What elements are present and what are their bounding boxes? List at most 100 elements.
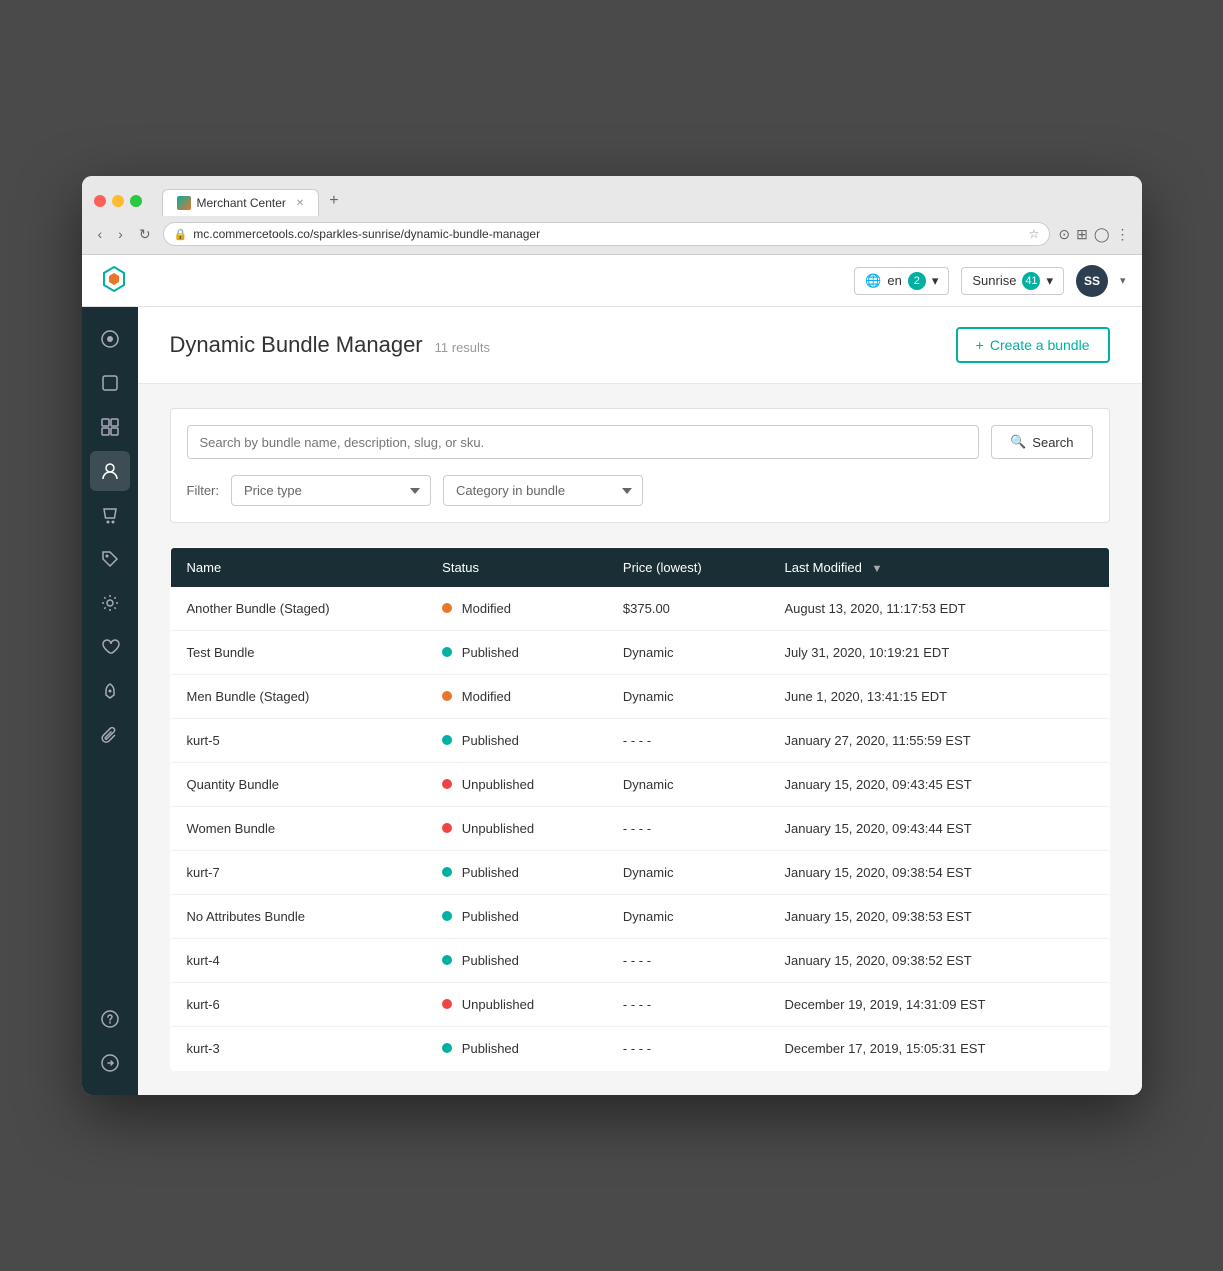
sidebar-item-launch[interactable] [90, 671, 130, 711]
cell-status: Published [426, 851, 607, 895]
cell-last-modified: January 15, 2020, 09:38:54 EST [768, 851, 1109, 895]
cell-price: Dynamic [607, 675, 769, 719]
cell-price: Dynamic [607, 895, 769, 939]
fullscreen-button[interactable] [130, 195, 142, 207]
close-button[interactable] [94, 195, 106, 207]
cell-name: kurt-5 [170, 719, 426, 763]
cell-status: Modified [426, 587, 607, 631]
tab-title: Merchant Center [197, 196, 286, 210]
table-row[interactable]: No Attributes Bundle Published Dynamic J… [170, 895, 1109, 939]
sidebar-item-customers[interactable] [90, 451, 130, 491]
project-selector[interactable]: Sunrise 41 ▾ [961, 267, 1064, 295]
profile-icon[interactable]: ◯ [1094, 226, 1110, 243]
table-row[interactable]: Quantity Bundle Unpublished Dynamic Janu… [170, 763, 1109, 807]
sidebar-item-categories[interactable] [90, 407, 130, 447]
tab-close-icon[interactable]: ✕ [296, 198, 304, 209]
status-dot [442, 603, 452, 613]
cell-status: Published [426, 631, 607, 675]
cell-price: - - - - [607, 1027, 769, 1071]
project-chevron-icon: ▾ [1046, 273, 1053, 289]
status-dot [442, 955, 452, 965]
table-row[interactable]: Women Bundle Unpublished - - - - January… [170, 807, 1109, 851]
forward-button[interactable]: › [114, 224, 127, 244]
sidebar-item-tags[interactable] [90, 539, 130, 579]
cell-name: Another Bundle (Staged) [170, 587, 426, 631]
status-dot [442, 647, 452, 657]
bookmark-icon[interactable]: ☆ [1029, 227, 1040, 241]
back-button[interactable]: ‹ [94, 224, 107, 244]
sort-icon: ▼ [871, 563, 882, 575]
user-avatar[interactable]: SS [1076, 265, 1108, 297]
cell-status: Unpublished [426, 807, 607, 851]
col-last-modified[interactable]: Last Modified ▼ [768, 548, 1109, 588]
status-dot [442, 911, 452, 921]
active-tab[interactable]: Merchant Center ✕ [162, 189, 320, 216]
menu-icon[interactable]: ⋮ [1116, 226, 1130, 243]
cell-price: - - - - [607, 939, 769, 983]
plus-icon: + [976, 337, 984, 353]
search-button[interactable]: 🔍 Search [991, 425, 1092, 459]
minimize-button[interactable] [112, 195, 124, 207]
cell-price: Dynamic [607, 851, 769, 895]
cell-price: - - - - [607, 807, 769, 851]
sidebar-item-navigate[interactable] [90, 1043, 130, 1083]
address-bar[interactable]: 🔒 mc.commercetools.co/sparkles-sunrise/d… [163, 222, 1051, 246]
app-topbar: 🌐 en 2 ▾ Sunrise 41 ▾ SS ▾ [82, 255, 1142, 307]
sidebar-item-help[interactable] [90, 999, 130, 1039]
cell-price: - - - - [607, 983, 769, 1027]
sidebar-item-attach[interactable] [90, 715, 130, 755]
status-label: Unpublished [462, 821, 534, 836]
status-label: Unpublished [462, 777, 534, 792]
table-row[interactable]: Another Bundle (Staged) Modified $375.00… [170, 587, 1109, 631]
url-display: mc.commercetools.co/sparkles-sunrise/dyn… [193, 227, 1022, 241]
cell-price: $375.00 [607, 587, 769, 631]
status-dot [442, 691, 452, 701]
status-label: Published [462, 909, 519, 924]
status-dot [442, 1043, 452, 1053]
cell-status: Published [426, 939, 607, 983]
cell-name: kurt-4 [170, 939, 426, 983]
status-label: Published [462, 865, 519, 880]
status-label: Published [462, 953, 519, 968]
table-row[interactable]: kurt-6 Unpublished - - - - December 19, … [170, 983, 1109, 1027]
status-dot [442, 999, 452, 1009]
extensions-icon[interactable]: ⊞ [1076, 226, 1088, 243]
new-tab-button[interactable]: + [319, 186, 348, 216]
sidebar-item-wishlist[interactable] [90, 627, 130, 667]
page-title: Dynamic Bundle Manager [170, 332, 423, 358]
project-count: 41 [1022, 272, 1040, 290]
table-row[interactable]: kurt-4 Published - - - - January 15, 202… [170, 939, 1109, 983]
table-row[interactable]: kurt-5 Published - - - - January 27, 202… [170, 719, 1109, 763]
table-row[interactable]: kurt-3 Published - - - - December 17, 20… [170, 1027, 1109, 1071]
search-icon: 🔍 [1010, 434, 1026, 450]
sidebar-item-products[interactable] [90, 363, 130, 403]
refresh-button[interactable]: ↻ [135, 224, 155, 245]
sidebar-item-orders[interactable] [90, 495, 130, 535]
cell-status: Modified [426, 675, 607, 719]
search-input[interactable] [200, 427, 967, 458]
status-dot [442, 779, 452, 789]
table-row[interactable]: kurt-7 Published Dynamic January 15, 202… [170, 851, 1109, 895]
avatar-chevron-icon[interactable]: ▾ [1120, 274, 1126, 287]
bundles-table: Name Status Price (lowest) Last Modified [170, 547, 1110, 1071]
cell-last-modified: August 13, 2020, 11:17:53 EDT [768, 587, 1109, 631]
cell-price: Dynamic [607, 631, 769, 675]
cell-status: Published [426, 895, 607, 939]
sidebar-item-dashboard[interactable] [90, 319, 130, 359]
status-dot [442, 867, 452, 877]
table-row[interactable]: Men Bundle (Staged) Modified Dynamic Jun… [170, 675, 1109, 719]
col-name: Name [170, 548, 426, 588]
cast-icon[interactable]: ⊙ [1058, 226, 1070, 243]
cell-status: Unpublished [426, 983, 607, 1027]
cell-name: Women Bundle [170, 807, 426, 851]
sidebar-item-settings[interactable] [90, 583, 130, 623]
category-filter[interactable]: Category in bundle [443, 475, 643, 506]
price-type-filter[interactable]: Price type [231, 475, 431, 506]
search-section: 🔍 Search Filter: Price type Category in … [170, 408, 1110, 523]
table-row[interactable]: Test Bundle Published Dynamic July 31, 2… [170, 631, 1109, 675]
cell-last-modified: January 15, 2020, 09:43:44 EST [768, 807, 1109, 851]
cell-last-modified: January 15, 2020, 09:43:45 EST [768, 763, 1109, 807]
cell-name: No Attributes Bundle [170, 895, 426, 939]
create-bundle-button[interactable]: + Create a bundle [956, 327, 1110, 363]
locale-selector[interactable]: 🌐 en 2 ▾ [854, 267, 949, 295]
